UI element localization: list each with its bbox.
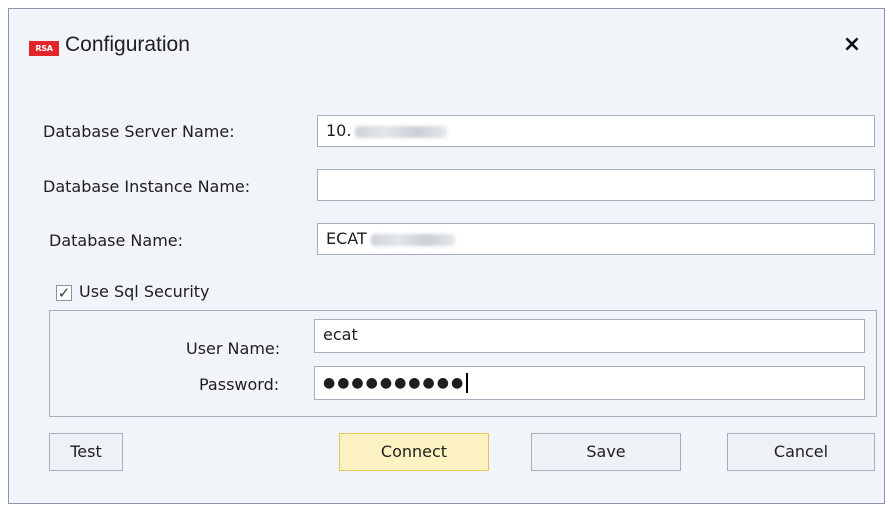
dialog-title: Configuration [65,33,190,56]
database-name-value: ECAT [326,229,367,248]
text-caret [466,372,469,393]
cancel-button[interactable]: Cancel [727,433,875,471]
connect-button[interactable]: Connect [339,433,489,471]
use-sql-security-label[interactable]: Use Sql Security [79,282,210,301]
database-name-label: Database Name: [49,231,184,250]
title-bar: RSA Configuration × [9,9,884,87]
password-input[interactable]: ●●●●●●●●●● [314,366,865,400]
password-label: Password: [199,375,280,394]
save-button[interactable]: Save [531,433,681,471]
user-name-label: User Name: [186,339,281,358]
configuration-dialog: RSA Configuration × Database Server Name… [8,8,885,504]
test-button[interactable]: Test [49,433,123,471]
rsa-logo-icon: RSA [29,41,59,56]
user-name-input[interactable]: ecat [314,319,865,353]
instance-name-input[interactable] [317,169,875,201]
database-name-input[interactable]: ECAT [317,223,875,255]
password-mask: ●●●●●●●●●● [323,375,466,391]
user-name-value: ecat [323,325,358,344]
instance-name-label: Database Instance Name: [43,177,251,196]
server-name-input[interactable]: 10. [317,115,875,147]
close-icon[interactable]: × [838,31,866,59]
server-name-value: 10. [326,121,352,140]
server-name-label: Database Server Name: [43,122,235,141]
use-sql-security-checkbox[interactable]: ✓ [56,285,72,301]
redacted-text [355,125,448,138]
redacted-text [370,233,455,246]
